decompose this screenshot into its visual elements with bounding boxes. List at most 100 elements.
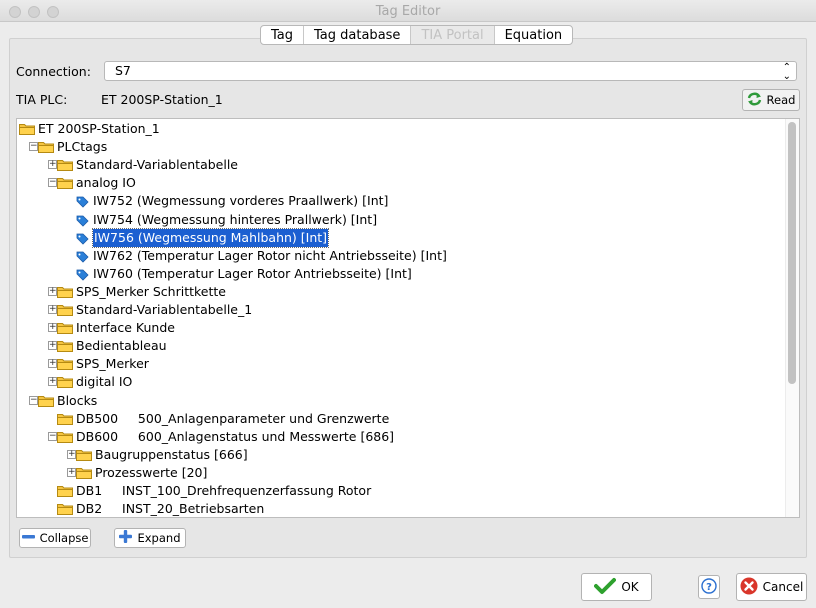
folder-icon (57, 431, 73, 443)
cancel-icon (740, 577, 758, 598)
tree-folder-item[interactable]: + Standard-Variablentabelle (17, 156, 797, 174)
expand-button[interactable]: Expand (114, 528, 186, 548)
ok-button[interactable]: OK (581, 573, 652, 601)
tag-item[interactable]: IW752 (Wegmessung vorderes Praallwerk) [… (17, 192, 797, 210)
tree-folder-item[interactable]: + SPS_Merker Schrittkette (17, 283, 797, 301)
tree-folder-item[interactable]: + Interface Kunde (17, 319, 797, 337)
tag-item[interactable]: IW760 (Temperatur Lager Rotor Antriebsse… (17, 265, 797, 283)
help-button[interactable]: ? (698, 575, 720, 599)
folder-icon (19, 123, 35, 135)
tree-item-label: IW752 (Wegmessung vorderes Praallwerk) [… (93, 193, 389, 209)
tree-item-label: Blocks (57, 392, 98, 408)
svg-text:?: ? (706, 582, 712, 593)
read-button-label: Read (766, 93, 796, 107)
expand-node-icon[interactable]: + (48, 359, 57, 369)
read-button[interactable]: Read (742, 89, 800, 111)
expand-node-icon[interactable]: + (48, 160, 57, 170)
tia-plc-label: TIA PLC: (16, 92, 68, 107)
folder-icon (57, 413, 73, 425)
tab-tia-portal: TIA Portal (411, 26, 495, 44)
connection-select[interactable]: S7 ⌃ ⌄ (104, 61, 797, 82)
tree-item-label: DB600 600_Anlagenstatus und Messwerte [6… (76, 428, 395, 444)
expand-node-icon[interactable]: + (48, 377, 57, 387)
tree-item-label: analog IO (76, 175, 136, 191)
tree-folder-item[interactable]: + Prozesswerte [20] (17, 464, 797, 482)
tab-equation[interactable]: Equation (495, 26, 573, 44)
tree-item-label: DB2 INST_20_Betriebsarten (76, 501, 265, 517)
tab-tag[interactable]: Tag (261, 26, 305, 44)
tree-item-label: Standard-Variablentabelle_1 (76, 302, 253, 317)
collapse-button-label: Collapse (39, 531, 89, 545)
tree-folder-item[interactable]: − analog IO (17, 174, 797, 192)
folder-icon (57, 340, 73, 353)
tag-icon (76, 232, 89, 245)
collapse-button[interactable]: Collapse (19, 528, 91, 548)
tree-scroll-thumb[interactable] (788, 122, 796, 384)
connection-value: S7 (115, 63, 131, 78)
expand-node-icon[interactable]: + (48, 323, 57, 333)
tree-folder-item[interactable]: + Bedientableau (17, 337, 797, 355)
tree-item-label: DB500 500_Anlagenparameter und Grenzwert… (76, 410, 390, 426)
tag-item[interactable]: IW762 (Temperatur Lager Rotor nicht Antr… (17, 247, 797, 265)
tree-item-label: DB1 INST_100_Drehfrequenzerfassung Rotor (76, 483, 372, 498)
expand-node-icon[interactable]: + (67, 449, 76, 459)
tree-item-label: IW762 (Temperatur Lager Rotor nicht Antr… (93, 247, 447, 263)
folder-icon (57, 286, 73, 298)
tag-item[interactable]: IW754 (Wegmessung hinteres Prallwerk) [I… (17, 211, 797, 229)
expand-node-icon[interactable]: + (67, 467, 76, 477)
cancel-button-label: Cancel (762, 580, 804, 594)
tag-icon (76, 195, 89, 208)
tia-plc-value: ET 200SP-Station_1 (101, 92, 223, 107)
tree-folder-item[interactable]: − Blocks (17, 392, 797, 410)
tree-item-label: IW756 (Wegmessung Mahlbahn) [Int] (91, 227, 330, 248)
tree-item-label: Standard-Variablentabelle (76, 157, 238, 173)
tree-folder-item[interactable]: ET 200SP-Station_1 (17, 120, 797, 138)
ok-button-label: OK (621, 580, 639, 594)
tree-item-label: SPS_Merker Schrittkette (76, 283, 226, 299)
folder-icon (38, 141, 54, 154)
folder-icon (57, 485, 73, 497)
folder-icon (76, 449, 92, 461)
tree-folder-item[interactable]: + Baugruppenstatus [666] (17, 446, 797, 464)
tree-item-label: IW754 (Wegmessung hinteres Prallwerk) [I… (93, 211, 378, 227)
tree-folder-item[interactable]: + SPS_Merker (17, 355, 797, 373)
select-arrows-icon: ⌃ ⌄ (782, 62, 791, 82)
folder-icon (57, 159, 73, 172)
tree-folder-item[interactable]: DB2 INST_20_Betriebsarten (17, 500, 797, 517)
tree-item-label: IW760 (Temperatur Lager Rotor Antriebsse… (93, 265, 412, 281)
collapse-node-icon[interactable]: − (48, 431, 57, 441)
window-title: Tag Editor (375, 4, 441, 19)
tag-tree[interactable]: ET 200SP-Station_1− PLCtags + Standard-Vari… (16, 118, 800, 518)
checkmark-icon (594, 577, 617, 598)
expand-node-icon[interactable]: + (48, 286, 57, 296)
tag-icon (76, 268, 89, 281)
collapse-node-icon[interactable]: − (29, 395, 38, 405)
tree-folder-item[interactable]: + digital IO (17, 373, 797, 391)
folder-icon (57, 177, 73, 190)
cancel-button[interactable]: Cancel (736, 573, 807, 601)
tree-item-label: Baugruppenstatus [666] (95, 446, 248, 462)
plus-icon (119, 530, 133, 546)
help-icon: ? (701, 577, 717, 597)
folder-icon (57, 304, 73, 316)
tree-item-label: Prozesswerte [20] (95, 464, 208, 480)
tree-folder-item[interactable]: − DB600 600_Anlagenstatus und Messwerte [… (17, 428, 797, 446)
tree-item-label: Interface Kunde (76, 320, 175, 336)
folder-icon (38, 395, 54, 407)
tree-folder-item[interactable]: DB500 500_Anlagenparameter und Grenzwert… (17, 410, 797, 428)
tab-bar: Tag Tag database TIA Portal Equation (260, 25, 574, 45)
tree-item-label: SPS_Merker (76, 356, 149, 372)
folder-icon (57, 322, 73, 335)
expand-node-icon[interactable]: + (48, 305, 57, 314)
tag-item[interactable]: IW756 (Wegmessung Mahlbahn) [Int] (17, 227, 797, 248)
tree-folder-item[interactable]: DB1 INST_100_Drehfrequenzerfassung Rotor (17, 482, 797, 500)
collapse-node-icon[interactable]: − (48, 178, 57, 188)
folder-icon (76, 467, 92, 479)
tree-folder-item[interactable]: + Standard-Variablentabelle_1 (17, 301, 797, 319)
tab-tag-database[interactable]: Tag database (304, 26, 412, 44)
title-bar: Tag Editor (0, 0, 816, 22)
collapse-node-icon[interactable]: − (29, 142, 38, 152)
expand-node-icon[interactable]: + (48, 341, 57, 351)
tree-folder-item[interactable]: − PLCtags (17, 138, 797, 156)
tag-icon (76, 214, 89, 227)
